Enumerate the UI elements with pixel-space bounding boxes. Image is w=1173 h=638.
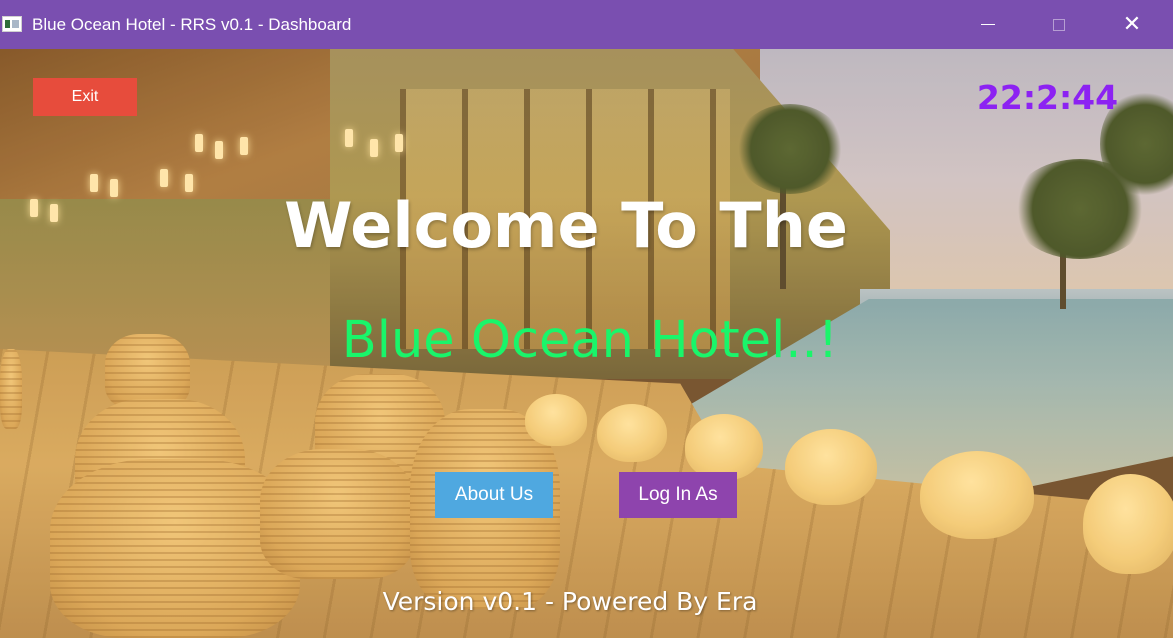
maximize-button[interactable] xyxy=(1024,0,1094,49)
app-window-icon xyxy=(2,16,22,32)
window-title: Blue Ocean Hotel - RRS v0.1 - Dashboard xyxy=(32,15,352,34)
hotel-name-heading: Blue Ocean Hotel..! xyxy=(341,311,839,370)
minimize-icon xyxy=(981,23,995,26)
exit-button[interactable]: Exit xyxy=(33,78,137,116)
title-bar[interactable]: Blue Ocean Hotel - RRS v0.1 - Dashboard … xyxy=(0,0,1173,49)
about-us-button[interactable]: About Us xyxy=(435,472,553,518)
maximize-icon xyxy=(1053,18,1065,31)
close-button[interactable]: ✕ xyxy=(1097,0,1167,49)
clock-display: 22:2:44 xyxy=(976,78,1119,117)
version-footer: Version v0.1 - Powered By Era xyxy=(382,587,758,616)
dashboard-window: Blue Ocean Hotel - RRS v0.1 - Dashboard … xyxy=(0,0,1173,638)
close-icon: ✕ xyxy=(1122,12,1142,37)
minimize-button[interactable] xyxy=(953,0,1023,49)
welcome-heading: Welcome To The xyxy=(284,189,848,262)
log-in-as-button[interactable]: Log In As xyxy=(619,472,737,518)
